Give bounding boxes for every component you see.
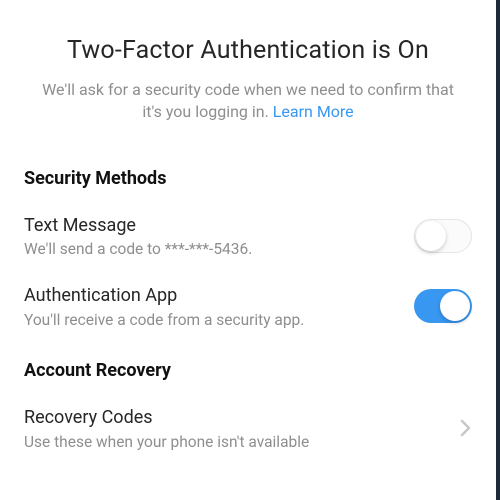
auth-app-title: Authentication App [24, 285, 402, 308]
authentication-app-toggle[interactable] [414, 289, 472, 323]
section-security-methods: Security Methods [24, 168, 472, 189]
text-message-title: Text Message [24, 215, 402, 238]
row-text-message: Text Message We'll send a code to ***-**… [24, 215, 472, 260]
recovery-codes-text: Recovery Codes Use these when your phone… [24, 407, 460, 452]
toggle-knob [416, 221, 446, 251]
row-auth-app-text: Authentication App You'll receive a code… [24, 285, 414, 330]
page-title: Two-Factor Authentication is On [24, 0, 472, 65]
row-text-message-text: Text Message We'll send a code to ***-**… [24, 215, 414, 260]
row-authentication-app: Authentication App You'll receive a code… [24, 285, 472, 330]
learn-more-link[interactable]: Learn More [273, 102, 354, 121]
recovery-codes-desc: Use these when your phone isn't availabl… [24, 432, 448, 452]
toggle-knob [440, 291, 470, 321]
content: Two-Factor Authentication is On We'll as… [0, 0, 496, 452]
row-recovery-codes[interactable]: Recovery Codes Use these when your phone… [24, 407, 472, 452]
recovery-codes-title: Recovery Codes [24, 407, 448, 430]
auth-app-desc: You'll receive a code from a security ap… [24, 310, 402, 330]
chevron-right-icon [460, 419, 472, 441]
text-message-toggle[interactable] [414, 219, 472, 253]
text-message-desc: We'll send a code to ***-***-5436. [24, 239, 402, 259]
settings-screen: Two-Factor Authentication is On We'll as… [0, 0, 500, 500]
page-subtitle-text: We'll ask for a security code when we ne… [42, 80, 454, 121]
section-account-recovery: Account Recovery [24, 360, 472, 381]
page-subtitle: We'll ask for a security code when we ne… [24, 79, 472, 124]
